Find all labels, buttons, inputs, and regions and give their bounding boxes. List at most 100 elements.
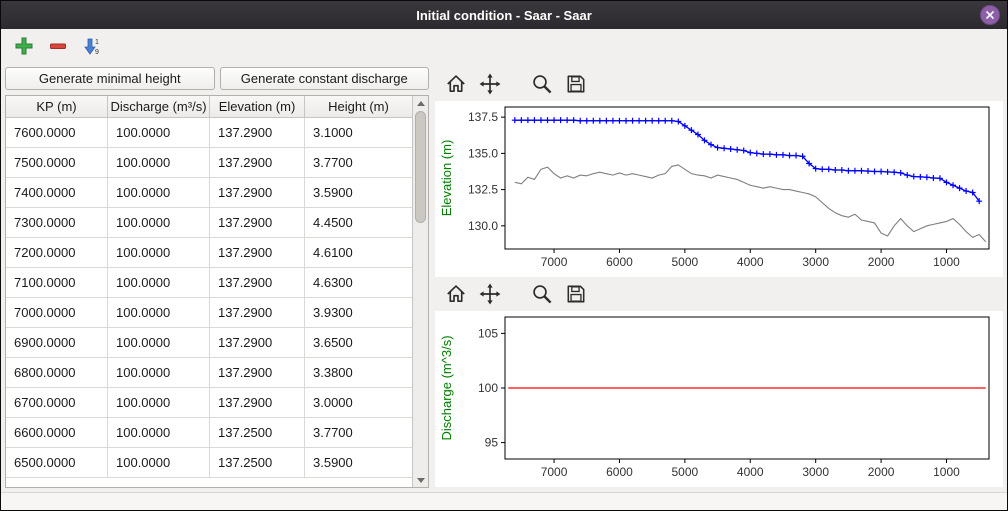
header-discharge[interactable]: Discharge (m³/s): [108, 96, 210, 117]
table-cell[interactable]: 3.5900: [305, 448, 412, 477]
table-cell[interactable]: 137.2900: [210, 358, 305, 387]
table-row[interactable]: 7400.0000100.0000137.29003.5900: [6, 178, 412, 208]
table-cell[interactable]: 3.6500: [305, 328, 412, 357]
table-cell[interactable]: 100.0000: [108, 178, 210, 207]
table-cell[interactable]: 7100.0000: [6, 268, 108, 297]
table-row[interactable]: 7500.0000100.0000137.29003.7700: [6, 148, 412, 178]
svg-text:1000: 1000: [933, 255, 960, 269]
table-cell[interactable]: 100.0000: [108, 418, 210, 447]
initial-condition-table: KP (m) Discharge (m³/s) Elevation (m) He…: [5, 95, 429, 488]
table-cell[interactable]: 137.2900: [210, 388, 305, 417]
table-row[interactable]: 6500.0000100.0000137.25003.5900: [6, 448, 412, 478]
table-cell[interactable]: 100.0000: [108, 148, 210, 177]
svg-text:3000: 3000: [802, 465, 829, 479]
svg-text:132.5: 132.5: [468, 183, 498, 197]
generate-minimal-height-button[interactable]: Generate minimal height: [5, 67, 215, 90]
table-cell[interactable]: 100.0000: [108, 358, 210, 387]
svg-text:4000: 4000: [737, 255, 764, 269]
table-cell[interactable]: 137.2500: [210, 418, 305, 447]
svg-text:130.0: 130.0: [468, 219, 498, 233]
pan-button[interactable]: [475, 70, 505, 98]
table-cell[interactable]: 7400.0000: [6, 178, 108, 207]
discharge-chart-toolbar: [435, 277, 1003, 311]
table-cell[interactable]: 100.0000: [108, 208, 210, 237]
table-row[interactable]: 7200.0000100.0000137.29004.6100: [6, 238, 412, 268]
table-cell[interactable]: 6800.0000: [6, 358, 108, 387]
table-cell[interactable]: 6500.0000: [6, 448, 108, 477]
table-cell[interactable]: 100.0000: [108, 298, 210, 327]
table-row[interactable]: 7000.0000100.0000137.29003.9300: [6, 298, 412, 328]
table-cell[interactable]: 100.0000: [108, 448, 210, 477]
table-cell[interactable]: 137.2900: [210, 118, 305, 147]
table-cell[interactable]: 7200.0000: [6, 238, 108, 267]
pan-button[interactable]: [475, 280, 505, 308]
table-cell[interactable]: 6700.0000: [6, 388, 108, 417]
zoom-button[interactable]: [527, 280, 557, 308]
table-cell[interactable]: 137.2900: [210, 328, 305, 357]
home-button[interactable]: [441, 70, 471, 98]
table-cell[interactable]: 3.7700: [305, 418, 412, 447]
table-row[interactable]: 7600.0000100.0000137.29003.1000: [6, 118, 412, 148]
table-row[interactable]: 7300.0000100.0000137.29004.4500: [6, 208, 412, 238]
add-row-button[interactable]: [11, 33, 37, 59]
table-cell[interactable]: 3.0000: [305, 388, 412, 417]
svg-text:2000: 2000: [868, 255, 895, 269]
table-cell[interactable]: 4.6300: [305, 268, 412, 297]
svg-text:9: 9: [95, 49, 99, 56]
table-cell[interactable]: 3.9300: [305, 298, 412, 327]
table-cell[interactable]: 100.0000: [108, 388, 210, 417]
scrollbar-thumb[interactable]: [415, 111, 426, 223]
table-row[interactable]: 7100.0000100.0000137.29004.6300: [6, 268, 412, 298]
table-cell[interactable]: 137.2900: [210, 268, 305, 297]
svg-text:Elevation (m): Elevation (m): [439, 140, 454, 217]
table-row[interactable]: 6800.0000100.0000137.29003.3800: [6, 358, 412, 388]
table-cell[interactable]: 100.0000: [108, 118, 210, 147]
table-cell[interactable]: 7600.0000: [6, 118, 108, 147]
elevation-chart: 7000600050004000300020001000130.0132.513…: [435, 101, 1003, 277]
save-button[interactable]: [561, 280, 591, 308]
table-cell[interactable]: 137.2900: [210, 148, 305, 177]
scrollbar-track[interactable]: [413, 110, 428, 473]
table-cell[interactable]: 100.0000: [108, 328, 210, 357]
close-icon: [985, 10, 995, 20]
table-cell[interactable]: 3.3800: [305, 358, 412, 387]
scroll-up-button[interactable]: [413, 96, 428, 110]
table-cell[interactable]: 3.1000: [305, 118, 412, 147]
table-cell[interactable]: 6600.0000: [6, 418, 108, 447]
svg-text:Discharge (m^3/s): Discharge (m^3/s): [439, 335, 454, 440]
zoom-button[interactable]: [527, 70, 557, 98]
table-cell[interactable]: 137.2900: [210, 238, 305, 267]
table-cell[interactable]: 7500.0000: [6, 148, 108, 177]
table-cell[interactable]: 6900.0000: [6, 328, 108, 357]
table-cell[interactable]: 7000.0000: [6, 298, 108, 327]
save-button[interactable]: [561, 70, 591, 98]
close-button[interactable]: [980, 5, 1000, 25]
table-cell[interactable]: 3.5900: [305, 178, 412, 207]
table-row[interactable]: 6700.0000100.0000137.29003.0000: [6, 388, 412, 418]
table-row[interactable]: 6900.0000100.0000137.29003.6500: [6, 328, 412, 358]
table-cell[interactable]: 100.0000: [108, 268, 210, 297]
table-cell[interactable]: 3.7700: [305, 148, 412, 177]
table-cell[interactable]: 7300.0000: [6, 208, 108, 237]
scroll-down-button[interactable]: [413, 473, 428, 487]
table-cell[interactable]: 137.2900: [210, 208, 305, 237]
zoom-icon: [531, 283, 553, 305]
table-vertical-scrollbar[interactable]: [412, 96, 428, 487]
table-cell[interactable]: 137.2500: [210, 448, 305, 477]
save-icon: [565, 73, 587, 95]
table-cell[interactable]: 137.2900: [210, 298, 305, 327]
table-cell[interactable]: 100.0000: [108, 238, 210, 267]
table-row[interactable]: 6600.0000100.0000137.25003.7700: [6, 418, 412, 448]
header-kp[interactable]: KP (m): [6, 96, 108, 117]
sort-rows-button[interactable]: 1 9: [79, 33, 105, 59]
svg-text:6000: 6000: [606, 255, 633, 269]
table-cell[interactable]: 4.6100: [305, 238, 412, 267]
table-cell[interactable]: 137.2900: [210, 178, 305, 207]
generate-constant-discharge-button[interactable]: Generate constant discharge: [220, 67, 430, 90]
header-elevation[interactable]: Elevation (m): [210, 96, 305, 117]
home-button[interactable]: [441, 280, 471, 308]
remove-row-button[interactable]: [45, 33, 71, 59]
table-cell[interactable]: 4.4500: [305, 208, 412, 237]
header-height[interactable]: Height (m): [305, 96, 412, 117]
titlebar[interactable]: Initial condition - Saar - Saar: [1, 1, 1007, 29]
